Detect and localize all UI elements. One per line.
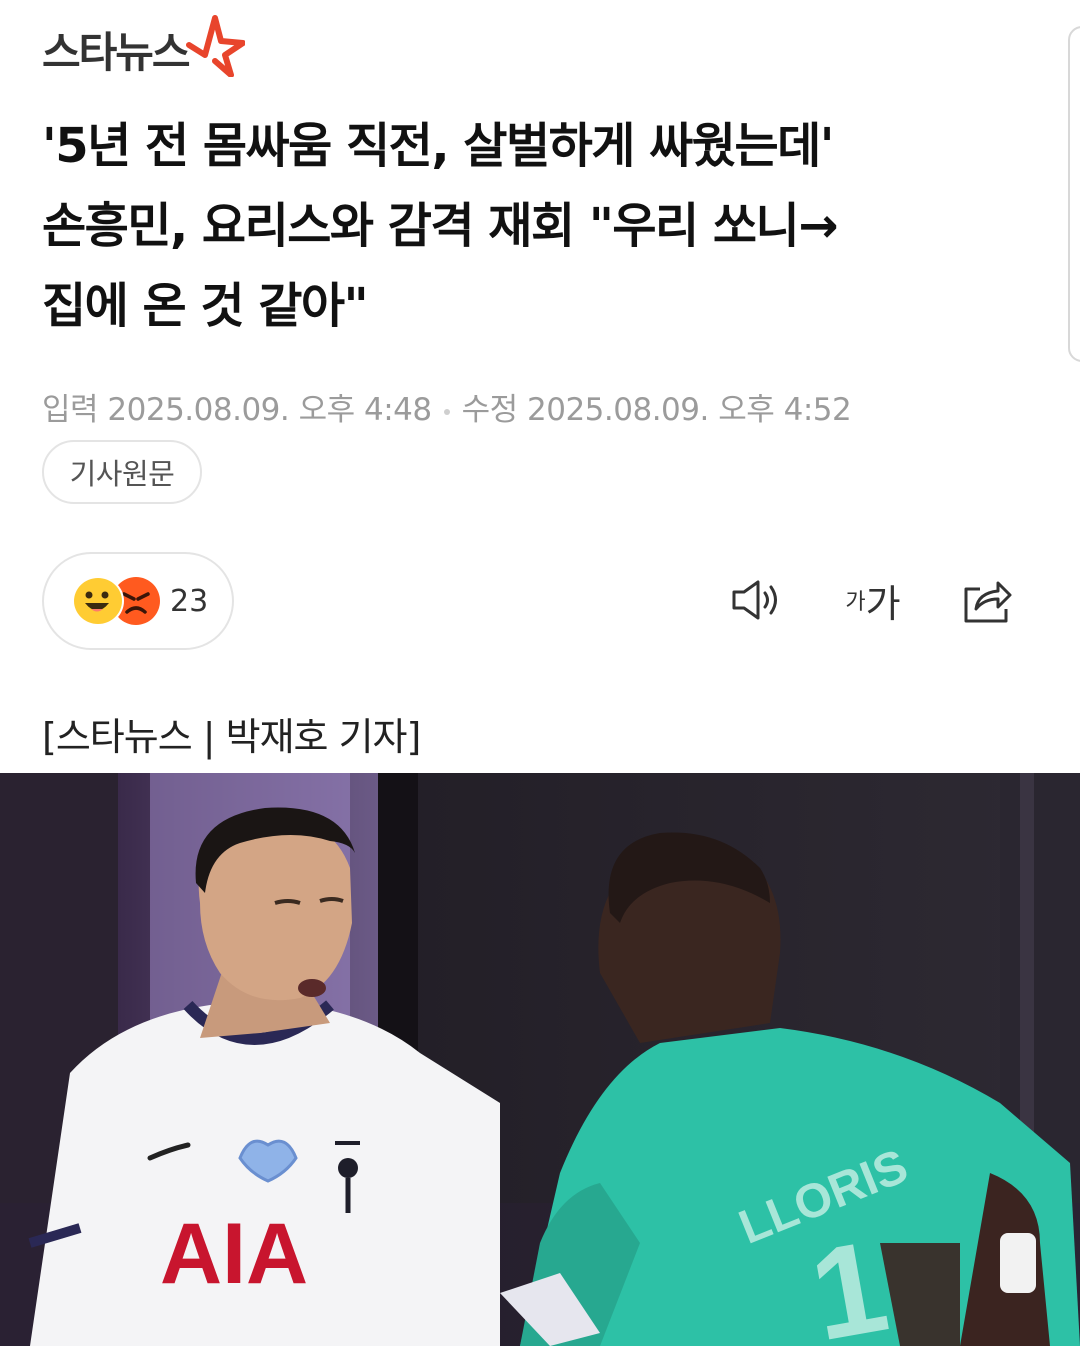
reporter-byline: [스타뉴스 | 박재호 기자] bbox=[42, 715, 421, 759]
logo-text: 스타뉴스 bbox=[42, 27, 191, 77]
scrollbar[interactable] bbox=[1068, 26, 1080, 362]
reaction-button[interactable]: 23 bbox=[42, 552, 234, 650]
read-aloud-button[interactable] bbox=[726, 570, 786, 630]
jersey-sponsor: AIA bbox=[160, 1206, 308, 1302]
smile-emoji-icon bbox=[72, 576, 124, 626]
font-large-label: 가 bbox=[865, 581, 901, 626]
site-logo[interactable]: 스타뉴스 bbox=[42, 14, 245, 84]
font-size-button[interactable]: 가가 bbox=[838, 570, 908, 630]
article-dates: 입력 2025.08.09. 오후 4:48 수정 2025.08.09. 오후 … bbox=[42, 384, 852, 429]
article-headline: '5년 전 몸싸움 직전, 살벌하게 싸웠는데' 손흥민, 요리스와 감격 재회… bbox=[42, 118, 838, 334]
speaker-icon bbox=[732, 580, 777, 620]
share-icon bbox=[964, 581, 1012, 623]
reaction-count: 23 bbox=[170, 583, 209, 619]
share-button[interactable] bbox=[956, 570, 1016, 630]
photo-illustration: AIA LLORIS 1 bbox=[0, 773, 1080, 1346]
original-article-button[interactable]: 기사원문 bbox=[42, 440, 202, 504]
modified-date: 수정 2025.08.09. 오후 4:52 bbox=[461, 392, 852, 428]
published-date: 입력 2025.08.09. 오후 4:48 bbox=[42, 392, 432, 428]
top-bar: 스타뉴스 bbox=[0, 0, 1080, 100]
font-small-label: 가 bbox=[845, 590, 866, 615]
article-photo[interactable]: AIA LLORIS 1 bbox=[0, 773, 1080, 1346]
star-logo-icon bbox=[185, 15, 245, 77]
separator-dot bbox=[443, 408, 450, 415]
